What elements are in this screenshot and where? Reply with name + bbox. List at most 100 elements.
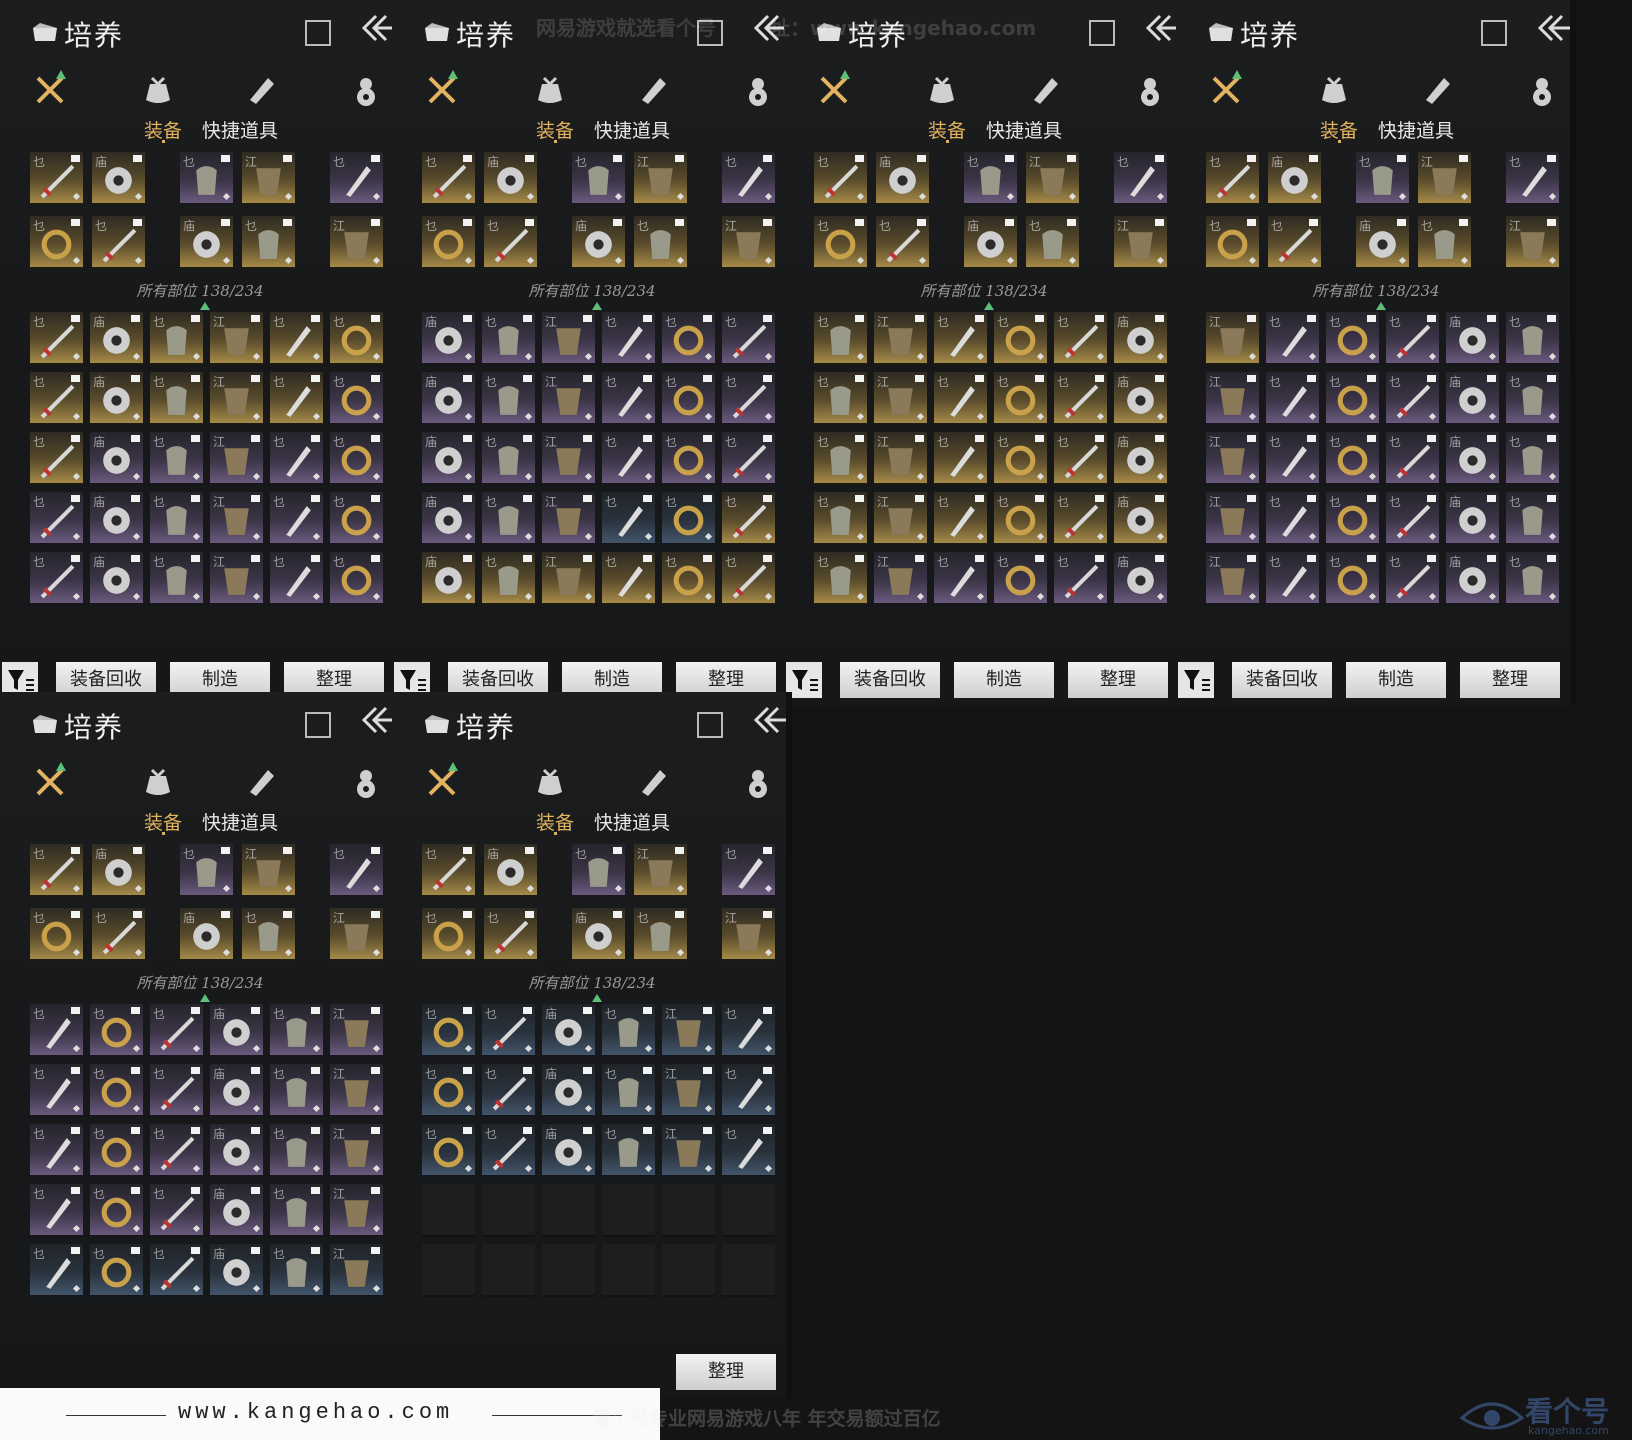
inventory-slot[interactable]: 乜: [90, 1244, 143, 1297]
equipped-slot[interactable]: 江: [1506, 216, 1559, 269]
inventory-slot[interactable]: 乜: [1386, 372, 1439, 425]
inventory-slot[interactable]: 乜: [722, 1124, 775, 1177]
inventory-slot[interactable]: 乜: [1326, 432, 1379, 485]
inventory-slot[interactable]: 乜: [994, 312, 1047, 365]
inventory-slot[interactable]: 乜: [30, 312, 83, 365]
equipped-slot[interactable]: 乜: [30, 844, 83, 897]
equipped-slot[interactable]: 乜: [242, 908, 295, 961]
equipped-slot[interactable]: 乜: [876, 216, 929, 269]
inventory-slot[interactable]: 庙: [1446, 492, 1499, 545]
inventory-slot[interactable]: 乜: [602, 1064, 655, 1117]
inventory-slot[interactable]: 乜: [1326, 312, 1379, 365]
inventory-slot[interactable]: 江: [874, 552, 927, 605]
equipped-slot[interactable]: 江: [330, 908, 383, 961]
inventory-slot[interactable]: 乜: [1386, 432, 1439, 485]
tab-quick-items[interactable]: 快捷道具: [594, 116, 670, 143]
inventory-slot[interactable]: 江: [1206, 432, 1259, 485]
inventory-slot[interactable]: 庙: [422, 312, 475, 365]
equipped-slot[interactable]: 乜: [330, 152, 383, 205]
inventory-slot[interactable]: 乜: [1326, 492, 1379, 545]
scroll-up-icon[interactable]: [1376, 302, 1386, 310]
inventory-slot[interactable]: 乜: [1386, 552, 1439, 605]
tab-weapon[interactable]: [30, 70, 70, 110]
inventory-slot[interactable]: 乜: [270, 1184, 323, 1237]
inventory-slot[interactable]: 乜: [150, 1004, 203, 1057]
inventory-slot[interactable]: 江: [874, 312, 927, 365]
inventory-slot[interactable]: 庙: [422, 432, 475, 485]
inventory-slot[interactable]: 乜: [90, 1184, 143, 1237]
inventory-slot[interactable]: 乜: [90, 1124, 143, 1177]
inventory-slot[interactable]: 江: [874, 492, 927, 545]
tab-bag[interactable]: [530, 70, 570, 110]
inventory-slot[interactable]: 乜: [330, 552, 383, 605]
tab-bag[interactable]: [138, 762, 178, 802]
equipped-slot[interactable]: 庙: [1356, 216, 1409, 269]
inventory-slot[interactable]: 乜: [150, 372, 203, 425]
inventory-slot[interactable]: 江: [210, 312, 263, 365]
equipped-slot[interactable]: 庙: [1268, 152, 1321, 205]
inventory-slot[interactable]: 乜: [1054, 372, 1107, 425]
inventory-slot[interactable]: 乜: [1506, 492, 1559, 545]
inventory-slot[interactable]: 乜: [722, 492, 775, 545]
inventory-slot[interactable]: 庙: [210, 1004, 263, 1057]
tab-bag[interactable]: [138, 70, 178, 110]
equipped-slot[interactable]: 乜: [634, 216, 687, 269]
inventory-slot[interactable]: 庙: [1446, 432, 1499, 485]
equipped-slot[interactable]: 乜: [180, 844, 233, 897]
inventory-slot[interactable]: 乜: [1266, 372, 1319, 425]
inventory-slot[interactable]: 乜: [814, 372, 867, 425]
inventory-slot[interactable]: 乜: [150, 1184, 203, 1237]
inventory-slot[interactable]: 江: [330, 1184, 383, 1237]
scroll-up-icon[interactable]: [200, 994, 210, 1002]
equipped-slot[interactable]: 庙: [180, 908, 233, 961]
search-icon[interactable]: [697, 712, 723, 738]
inventory-slot[interactable]: 江: [1206, 312, 1259, 365]
inventory-slot[interactable]: 江: [210, 432, 263, 485]
inventory-slot[interactable]: 庙: [90, 492, 143, 545]
inventory-slot[interactable]: 乜: [602, 552, 655, 605]
inventory-slot[interactable]: 乜: [30, 1064, 83, 1117]
inventory-slot[interactable]: 江: [1206, 492, 1259, 545]
equipped-slot[interactable]: 庙: [484, 152, 537, 205]
search-icon[interactable]: [305, 20, 331, 46]
inventory-slot[interactable]: 乜: [482, 552, 535, 605]
equipped-slot[interactable]: 江: [242, 152, 295, 205]
inventory-slot[interactable]: 乜: [270, 1244, 323, 1297]
inventory-slot[interactable]: 乜: [662, 432, 715, 485]
craft-button[interactable]: 制造: [1346, 662, 1446, 698]
inventory-slot[interactable]: 庙: [1446, 312, 1499, 365]
inventory-slot[interactable]: 庙: [542, 1004, 595, 1057]
inventory-slot[interactable]: 江: [210, 492, 263, 545]
inventory-slot[interactable]: 乜: [662, 312, 715, 365]
inventory-slot[interactable]: 庙: [1114, 432, 1167, 485]
tab-scroll[interactable]: [1416, 70, 1456, 110]
tab-equipment[interactable]: 装备: [536, 116, 574, 143]
inventory-slot[interactable]: 江: [330, 1004, 383, 1057]
equipped-slot[interactable]: 乜: [484, 908, 537, 961]
inventory-slot[interactable]: 江: [542, 372, 595, 425]
inventory-slot[interactable]: 乜: [482, 312, 535, 365]
inventory-slot[interactable]: 乜: [30, 1124, 83, 1177]
inventory-slot[interactable]: 乜: [482, 432, 535, 485]
inventory-slot[interactable]: 庙: [210, 1124, 263, 1177]
equipped-slot[interactable]: 乜: [92, 216, 145, 269]
equipped-slot[interactable]: 乜: [814, 152, 867, 205]
inventory-slot[interactable]: 乜: [30, 372, 83, 425]
equipped-slot[interactable]: 乜: [92, 908, 145, 961]
tab-gourd[interactable]: [1522, 70, 1562, 110]
tab-scroll[interactable]: [240, 762, 280, 802]
inventory-slot[interactable]: 乜: [722, 1064, 775, 1117]
inventory-slot[interactable]: 庙: [90, 432, 143, 485]
equipped-slot[interactable]: 江: [330, 216, 383, 269]
equipped-slot[interactable]: 乜: [422, 152, 475, 205]
inventory-slot[interactable]: 乜: [330, 312, 383, 365]
inventory-slot[interactable]: 乜: [1054, 552, 1107, 605]
tab-bag[interactable]: [1314, 70, 1354, 110]
equipped-slot[interactable]: 乜: [722, 152, 775, 205]
equipped-slot[interactable]: 乜: [1268, 216, 1321, 269]
inventory-slot[interactable]: 乜: [482, 1064, 535, 1117]
inventory-slot[interactable]: 乜: [150, 1064, 203, 1117]
inventory-slot[interactable]: 乜: [814, 552, 867, 605]
inventory-slot[interactable]: 江: [1206, 372, 1259, 425]
equipped-slot[interactable]: 庙: [484, 844, 537, 897]
